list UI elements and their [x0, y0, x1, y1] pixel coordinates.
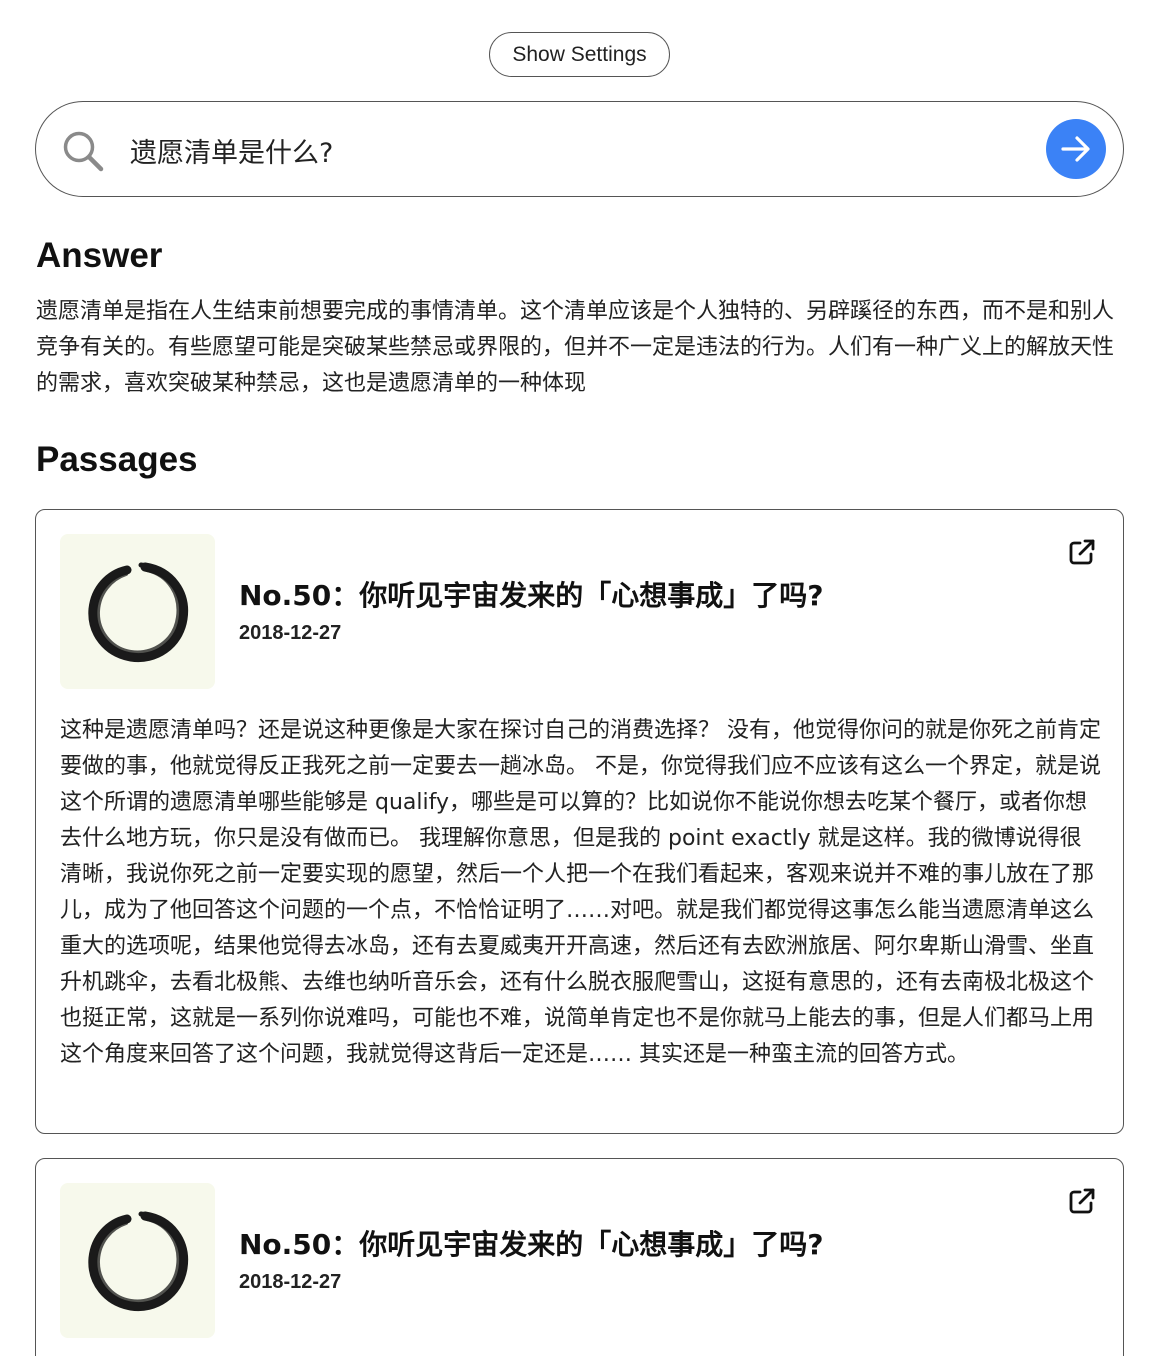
passage-thumbnail — [60, 534, 215, 689]
passage-title: No.50：你听见宇宙发来的「心想事成」了吗? — [239, 579, 824, 612]
answer-text: 遗愿清单是指在人生结束前想要完成的事情清单。这个清单应该是个人独特的、另辟蹊径的… — [36, 299, 1115, 396]
enso-circle-logo — [87, 1211, 188, 1311]
passage-title: No.50：你听见宇宙发来的「心想事成」了吗? — [239, 1228, 824, 1261]
arrow-right-icon — [1061, 136, 1090, 162]
passage-card: No.50：你听见宇宙发来的「心想事成」了吗? 2018-12-27 这种是遗愿… — [35, 509, 1124, 1134]
search-input[interactable] — [130, 124, 1010, 176]
enso-circle-logo — [87, 562, 188, 662]
answer-heading: Answer — [36, 236, 163, 275]
passage-text: 这种是遗愿清单吗？还是说这种更像是大家在探讨自己的消费选择？ 没有，他觉得你问的… — [60, 718, 1101, 1067]
search-icon — [63, 131, 104, 172]
passages-heading: Passages — [36, 440, 198, 479]
show-settings-button[interactable]: Show Settings — [489, 32, 670, 77]
passage-card: No.50：你听见宇宙发来的「心想事成」了吗? 2018-12-27 — [35, 1158, 1124, 1356]
passage-thumbnail — [60, 1183, 215, 1338]
passage-date: 2018-12-27 — [239, 622, 342, 644]
passage-date: 2018-12-27 — [239, 1271, 342, 1293]
page: Show Settings Answer 遗愿清单是指在人生结束前想要完成的事情… — [0, 0, 1164, 1356]
search-submit-button[interactable] — [1046, 119, 1106, 179]
search-bar — [35, 101, 1124, 197]
external-link-icon[interactable] — [1067, 537, 1097, 567]
external-link-icon[interactable] — [1067, 1186, 1097, 1216]
